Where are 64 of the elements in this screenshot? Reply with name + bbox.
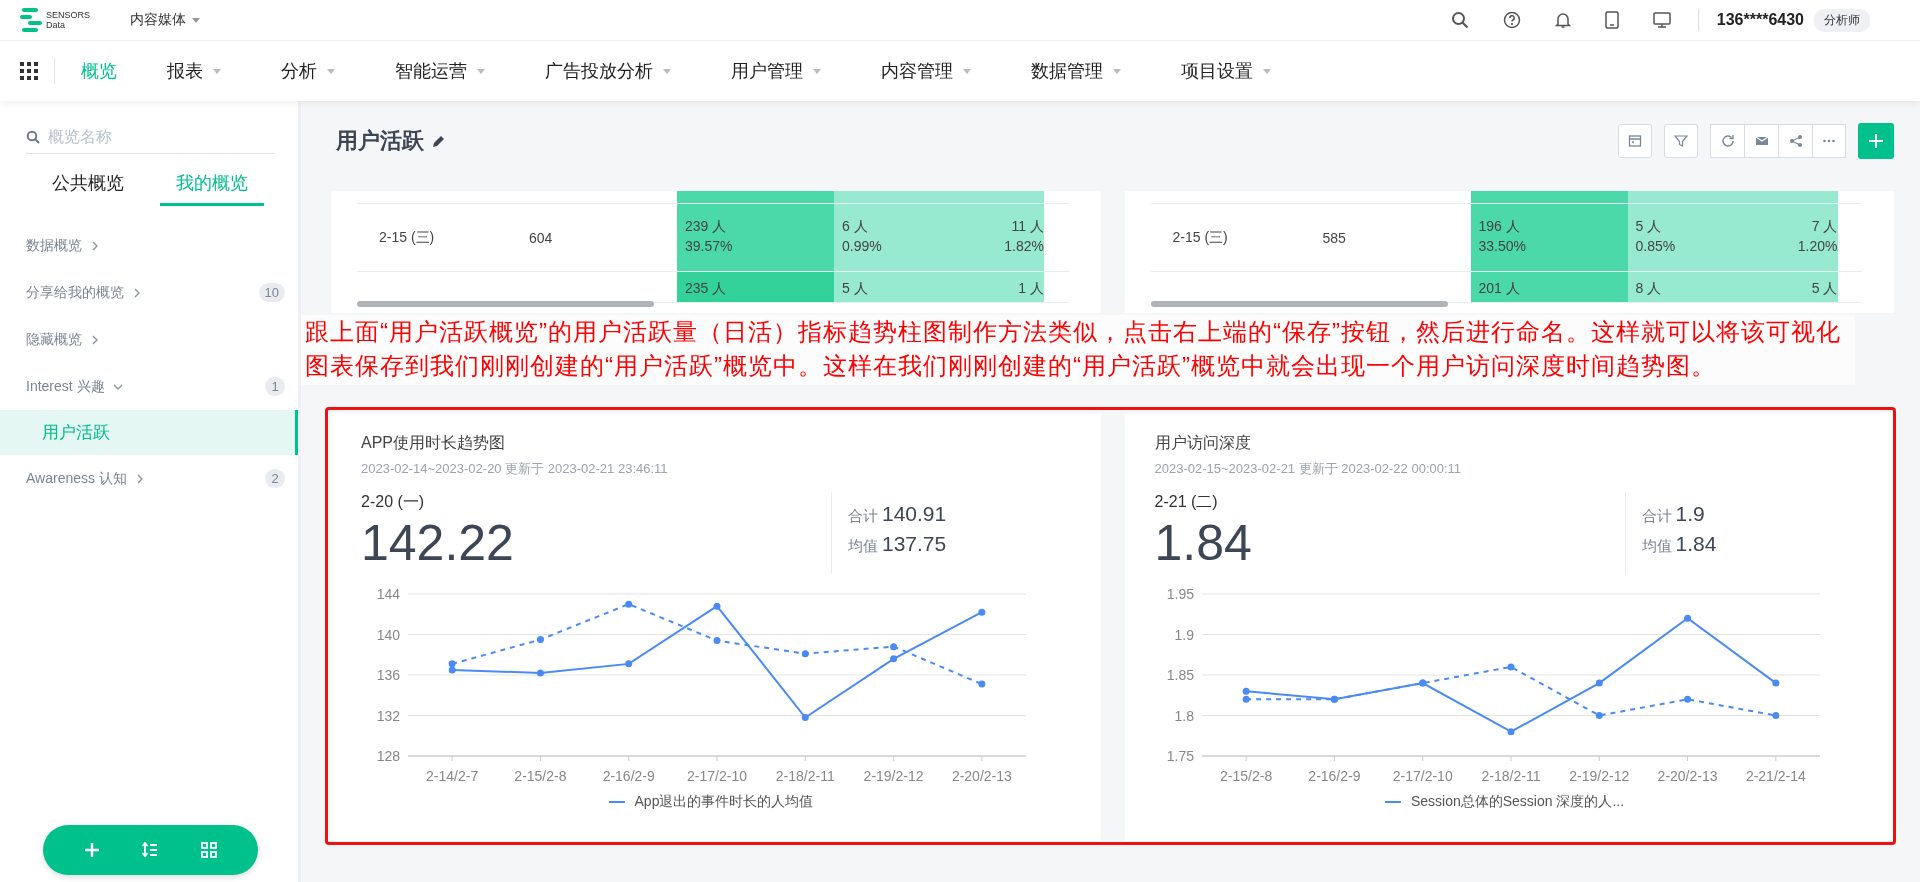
x-tick-label: 2-14/2-7 bbox=[426, 768, 479, 784]
y-tick-label: 1.75 bbox=[1166, 748, 1194, 764]
table-cell: 2-15 (三) bbox=[1172, 228, 1228, 247]
y-tick-label: 136 bbox=[376, 667, 400, 683]
stat-value: 1.84 bbox=[1675, 532, 1717, 555]
y-tick-label: 1.95 bbox=[1166, 586, 1194, 602]
x-tick-label: 2-15/2-8 bbox=[1219, 768, 1272, 784]
x-tick-label: 2-19/2-12 bbox=[863, 768, 924, 784]
role-badge: 分析师 bbox=[1814, 8, 1870, 32]
table-cell: 5 人 0.85% bbox=[1627, 204, 1733, 271]
x-tick-label: 2-17/2-10 bbox=[687, 768, 747, 784]
stat-value: 137.75 bbox=[882, 532, 947, 555]
kpi-value: 142.22 bbox=[361, 514, 515, 573]
x-tick-label: 2-16/2-9 bbox=[1307, 768, 1360, 784]
table-cell: 8 人 bbox=[1627, 272, 1733, 302]
x-tick-label: 2-15/2-8 bbox=[514, 768, 567, 784]
chart-title: APP使用时长趋势图 bbox=[361, 433, 506, 453]
kpi-date: 2-20 (一) bbox=[361, 492, 426, 512]
logo-text: SENSORS bbox=[46, 10, 90, 20]
stat-value: 1.9 bbox=[1675, 502, 1705, 525]
table-cell: 604 bbox=[529, 229, 553, 246]
x-tick-label: 2-20/2-13 bbox=[1657, 768, 1718, 784]
table-cell: 5 人 bbox=[1732, 272, 1838, 302]
table-cell: 5 人 bbox=[834, 272, 939, 302]
table-cell: 585 bbox=[1322, 229, 1346, 246]
table-cell: 11 人 1.82% bbox=[939, 204, 1044, 271]
update-time: 2023-02-14~2023-02-20 更新于 2023-02-21 23:46:11 bbox=[361, 460, 669, 478]
x-tick-label: 2-18/2-11 bbox=[1481, 768, 1540, 784]
x-tick-label: 2-19/2-12 bbox=[1568, 768, 1629, 784]
stat-label: 均值 bbox=[1641, 537, 1672, 554]
table-cell: 2-15 (三) bbox=[379, 228, 435, 247]
y-tick-label: 1.85 bbox=[1166, 667, 1194, 683]
table-cell: 6 人 0.99% bbox=[834, 204, 939, 271]
x-tick-label: 2-20/2-13 bbox=[951, 768, 1012, 784]
page-title: 用户活跃 bbox=[336, 127, 424, 155]
y-tick-label: 140 bbox=[376, 626, 400, 643]
table-cell: 1 人 bbox=[939, 272, 1044, 302]
stat-label: 均值 bbox=[848, 537, 878, 554]
table-cell: 235 人 bbox=[677, 272, 834, 302]
logo-text: Data bbox=[46, 20, 66, 30]
update-time: 2023-02-15~2023-02-21 更新于 2023-02-22 00:00:11 bbox=[1154, 460, 1463, 478]
y-tick-label: 144 bbox=[376, 586, 400, 602]
count-badge: 10 bbox=[258, 283, 285, 302]
stat-label: 合计 bbox=[848, 507, 878, 524]
table-cell: 196 人 33.50% bbox=[1470, 204, 1628, 271]
table-cell: 239 人 39.57% bbox=[677, 204, 834, 271]
stat-value: 140.91 bbox=[882, 502, 947, 525]
table-cell: 7 人 1.20% bbox=[1732, 204, 1838, 271]
stat-label: 合计 bbox=[1641, 507, 1672, 524]
x-tick-label: 2-16/2-9 bbox=[602, 768, 655, 784]
y-tick-label: 1.8 bbox=[1174, 707, 1194, 724]
table-cell: 201 人 bbox=[1470, 272, 1628, 302]
annotation-text: 跟上面“用户活跃概览”的用户活跃量（日活）指标趋势柱图制作方法类似，点击右上端的“保存”按钮，然后进行命名。这样就可以将该可视化图表保存到我们刚刚创建的“用户活跃”概览中。这样在我们刚刚创建的“用户活跃”概览中就会出现一个用户访问深度时间趋势图。 bbox=[301, 315, 1855, 385]
y-tick-label: 128 bbox=[376, 748, 400, 764]
x-tick-label: 2-21/2-14 bbox=[1745, 768, 1806, 784]
y-tick-label: 132 bbox=[376, 707, 400, 724]
x-tick-label: 2-17/2-10 bbox=[1392, 768, 1453, 784]
chart-title: 用户访问深度 bbox=[1154, 433, 1252, 453]
count-badge: 2 bbox=[265, 469, 285, 488]
kpi-date: 2-21 (二) bbox=[1154, 492, 1219, 512]
x-tick-label: 2-18/2-11 bbox=[775, 768, 835, 784]
count-badge: 1 bbox=[265, 377, 285, 396]
kpi-value: 1.84 bbox=[1154, 514, 1253, 573]
y-tick-label: 1.9 bbox=[1174, 626, 1194, 643]
